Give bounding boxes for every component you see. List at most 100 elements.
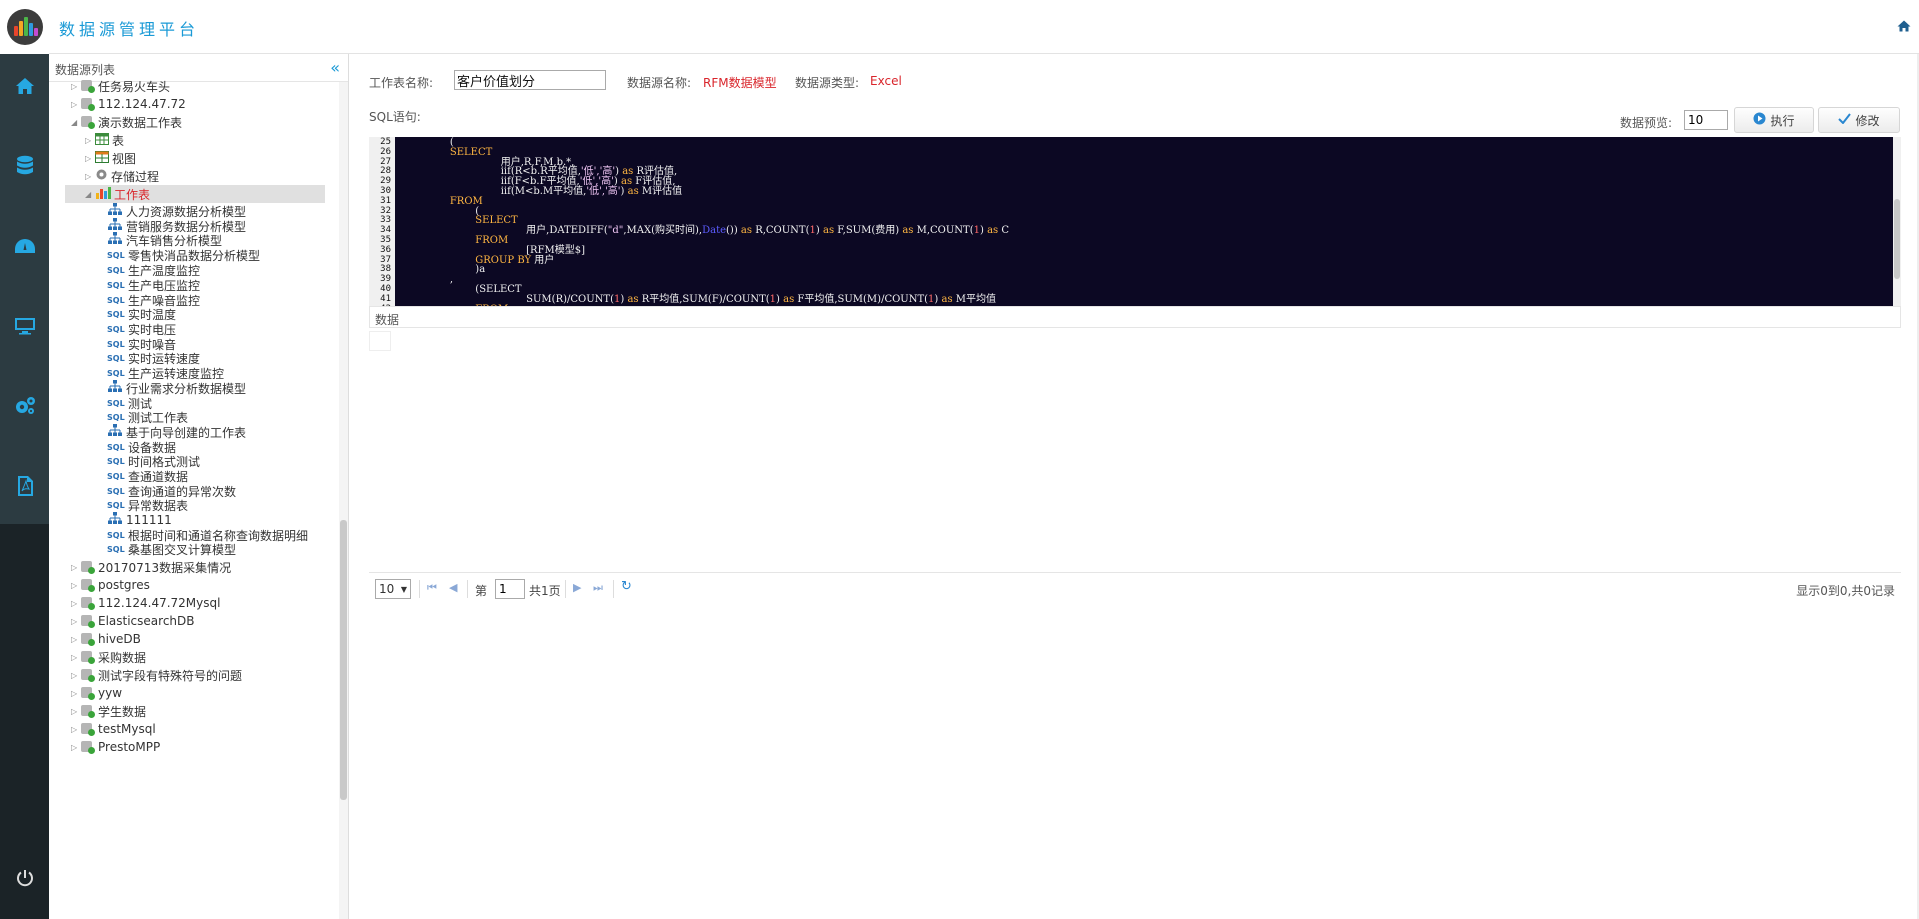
tree-node[interactable]: ▷ 112.124.47.72: [71, 95, 186, 113]
top-header: 数据源管理平台: [49, 0, 1919, 54]
tree-node-label: 学生数据: [98, 704, 147, 719]
worksheet-name-label: 工作表名称:: [369, 76, 434, 90]
tree-node-label: 测试字段有特殊符号的问题: [98, 668, 243, 683]
editor-scrollbar[interactable]: [1893, 137, 1901, 318]
tree-scrollbar-thumb[interactable]: [340, 520, 347, 800]
database-node-icon: [81, 740, 95, 754]
database-node-icon: [81, 115, 95, 129]
stored-procedure-icon: [95, 168, 108, 184]
sql-icon: SQL: [107, 250, 125, 260]
expand-arrow-icon[interactable]: ▷: [71, 707, 81, 716]
tree-node[interactable]: ▷ 存储过程: [85, 167, 159, 185]
execute-button[interactable]: 执行: [1734, 107, 1814, 133]
sql-code-editor[interactable]: 25262728293031323334353637383940414243 (…: [369, 137, 1893, 318]
preview-rows-input[interactable]: [1684, 110, 1728, 130]
tree-node[interactable]: ▷ hiveDB: [71, 630, 141, 648]
expand-arrow-icon[interactable]: ▷: [85, 136, 95, 145]
expand-arrow-icon[interactable]: ▷: [71, 617, 81, 626]
prev-page-icon[interactable]: ◀: [449, 581, 457, 594]
sql-icon: SQL: [107, 486, 125, 496]
page-size-value: 10: [379, 582, 395, 596]
database-node-icon: [81, 578, 95, 592]
tree-node[interactable]: ▷ 20170713数据采集情况: [71, 558, 231, 576]
tree-scrollbar[interactable]: [339, 82, 348, 919]
tree-node[interactable]: ▷ 测试字段有特殊符号的问题: [71, 666, 242, 684]
database-node-icon: [81, 560, 95, 574]
rail-lower-area: [0, 524, 49, 919]
tree-node[interactable]: ▷ ElasticsearchDB: [71, 612, 195, 630]
home-icon[interactable]: [0, 66, 49, 106]
tree-node-selected[interactable]: ◢ 工作表: [65, 185, 325, 203]
app-logo: [0, 0, 49, 54]
pager-divider: [565, 580, 566, 598]
tree-node[interactable]: ▷ 学生数据: [71, 702, 146, 720]
tree-node-label: 任务易火车头: [98, 79, 171, 94]
tree-node[interactable]: ▷ yyw: [71, 684, 122, 702]
sql-icon: SQL: [107, 442, 125, 452]
expand-arrow-icon[interactable]: ▷: [71, 581, 81, 590]
collapse-panel-icon[interactable]: «: [330, 58, 340, 77]
data-result-label: 数据: [375, 313, 400, 327]
gears-icon[interactable]: [0, 386, 49, 426]
tree-node-label: 20170713数据采集情况: [98, 560, 232, 575]
expand-arrow-icon[interactable]: ▷: [85, 154, 95, 163]
expand-arrow-icon[interactable]: ▷: [71, 563, 81, 572]
expand-arrow-icon[interactable]: ▷: [71, 82, 81, 91]
collapse-arrow-icon[interactable]: ◢: [85, 190, 95, 199]
tree-node-label: 桑基图交叉计算模型: [128, 542, 237, 557]
worksheet-chart-icon: [95, 186, 111, 202]
tree-node[interactable]: SQL 桑基图交叉计算模型: [107, 540, 236, 558]
tree-node[interactable]: ▷ 表: [85, 131, 124, 149]
tree-node[interactable]: ▷ testMysql: [71, 720, 156, 738]
pdf-icon[interactable]: [0, 466, 49, 506]
tree-node-label: 演示数据工作表: [98, 115, 183, 130]
sql-icon: SQL: [107, 309, 125, 319]
expand-arrow-icon[interactable]: ▷: [71, 725, 81, 734]
tree-node[interactable]: ▷ 采购数据: [71, 648, 146, 666]
expand-arrow-icon[interactable]: ▷: [85, 172, 95, 181]
database-node-icon: [81, 79, 95, 93]
expand-arrow-icon[interactable]: ▷: [71, 100, 81, 109]
expand-arrow-icon[interactable]: ▷: [71, 635, 81, 644]
sql-icon: SQL: [107, 280, 125, 290]
data-result-header: 数据: [369, 306, 1901, 328]
page-number-input[interactable]: [495, 579, 525, 599]
worksheet-name-input[interactable]: [454, 70, 606, 90]
tree-node[interactable]: ◢ 演示数据工作表: [71, 113, 182, 131]
tree-node[interactable]: ▷ 视图: [85, 149, 136, 167]
expand-arrow-icon[interactable]: ▷: [71, 653, 81, 662]
power-icon[interactable]: [0, 858, 49, 898]
sql-icon: SQL: [107, 471, 125, 481]
last-page-icon[interactable]: ⏭: [593, 581, 603, 595]
editor-scrollbar-thumb[interactable]: [1894, 199, 1900, 279]
page-size-select[interactable]: 10 ▼: [375, 579, 411, 599]
next-page-icon[interactable]: ▶: [573, 581, 581, 594]
tree-node-label: PrestoMPP: [98, 740, 161, 754]
database-node-icon: [81, 704, 95, 718]
worksheet-editor: 工作表名称: 数据源名称: RFM数据模型 数据源类型: Excel SQL语句…: [350, 54, 1919, 919]
monitor-icon[interactable]: [0, 306, 49, 346]
dropdown-arrow-icon: ▼: [400, 584, 407, 594]
home-icon[interactable]: [1897, 20, 1911, 35]
table-icon: [95, 132, 109, 148]
tree-node-label: ElasticsearchDB: [98, 614, 195, 628]
expand-arrow-icon[interactable]: ▷: [71, 689, 81, 698]
modify-button[interactable]: 修改: [1818, 107, 1900, 133]
tree-node[interactable]: ▷ 任务易火车头: [71, 77, 170, 95]
database-icon[interactable]: [0, 146, 49, 186]
expand-arrow-icon[interactable]: ▷: [71, 671, 81, 680]
tree-node[interactable]: ▷ PrestoMPP: [71, 738, 160, 756]
tree-node-label: testMysql: [98, 722, 156, 736]
tree-node[interactable]: ▷ 112.124.47.72Mysql: [71, 594, 220, 612]
refresh-icon[interactable]: ↻: [621, 579, 632, 594]
expand-arrow-icon[interactable]: ▷: [71, 743, 81, 752]
collapse-arrow-icon[interactable]: ◢: [71, 118, 81, 127]
tree-node[interactable]: ▷ postgres: [71, 576, 150, 594]
expand-arrow-icon[interactable]: ▷: [71, 599, 81, 608]
dashboard-icon[interactable]: [0, 226, 49, 266]
tree-panel-title: 数据源列表: [55, 63, 116, 77]
data-result-grid: [369, 331, 391, 351]
tree-node-label: 采购数据: [98, 650, 147, 665]
first-page-icon[interactable]: ⏮: [427, 581, 437, 595]
sql-icon: SQL: [107, 353, 125, 363]
